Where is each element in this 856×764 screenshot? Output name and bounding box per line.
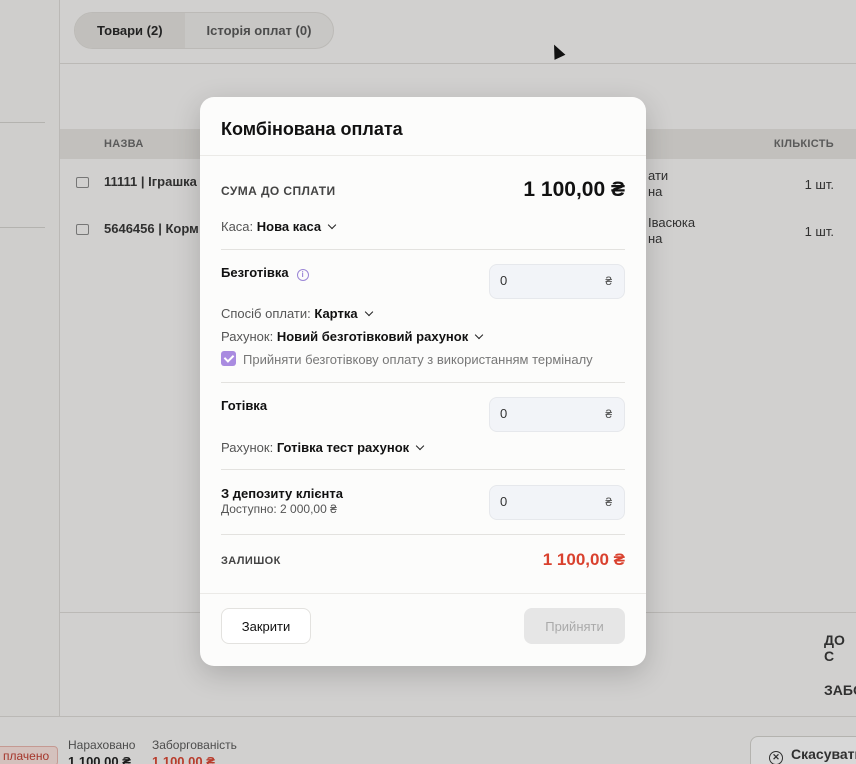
chevron-down-icon [327, 220, 337, 230]
cashless-section-title: Безготівка i [221, 265, 309, 281]
payment-method-label: Спосіб оплати: [221, 306, 311, 321]
divider [221, 534, 625, 535]
cash-account-label: Рахунок: [221, 440, 274, 455]
cash-register-select[interactable]: Каса: Нова каса [221, 219, 337, 234]
cash-account-value: Готівка тест рахунок [276, 440, 410, 455]
deposit-section-title: З депозиту клієнта [221, 486, 344, 501]
chevron-down-icon [415, 441, 425, 451]
divider [221, 469, 625, 470]
deposit-amount-input[interactable] [500, 494, 590, 509]
cash-section-title: Готівка [221, 398, 268, 413]
cash-amount-field[interactable]: ₴ [489, 397, 625, 432]
cash-account-select[interactable]: Рахунок: Готівка тест рахунок [221, 440, 425, 455]
cashless-amount-field[interactable]: ₴ [489, 264, 625, 299]
close-button[interactable]: Закрити [221, 608, 311, 644]
deposit-available: Доступно: 2 000,00 ₴ [221, 502, 337, 516]
terminal-checkbox-label[interactable]: Прийняти безготівкову оплату з використа… [243, 352, 593, 367]
currency-symbol: ₴ [605, 407, 612, 421]
divider [200, 593, 646, 594]
dialog-title: Комбінована оплата [221, 119, 403, 139]
divider [200, 155, 646, 156]
divider [221, 249, 625, 250]
cash-register-value: Нова каса [256, 219, 322, 234]
payment-method-value: Картка [314, 306, 358, 321]
chevron-down-icon [474, 330, 484, 340]
cash-register-label: Каса: [221, 219, 254, 234]
cashless-amount-input[interactable] [500, 273, 590, 288]
currency-symbol: ₴ [605, 274, 612, 288]
cashless-account-label: Рахунок: [221, 329, 274, 344]
deposit-amount-field[interactable]: ₴ [489, 485, 625, 520]
cashless-account-value: Новий безготівковий рахунок [276, 329, 469, 344]
remainder-label: ЗАЛИШОК [221, 555, 281, 567]
combined-payment-dialog: Комбінована оплата СУМА ДО СПЛАТИ 1 100,… [200, 97, 646, 666]
currency-symbol: ₴ [605, 495, 612, 509]
accept-button[interactable]: Прийняти [524, 608, 625, 644]
info-icon[interactable]: i [296, 269, 309, 281]
sum-value: 1 100,00 ₴ [523, 178, 625, 201]
chevron-down-icon [364, 307, 373, 317]
payment-method-select[interactable]: Спосіб оплати: Картка [221, 306, 373, 321]
sum-label: СУМА ДО СПЛАТИ [221, 184, 336, 198]
cashless-account-select[interactable]: Рахунок: Новий безготівковий рахунок [221, 329, 484, 344]
cash-amount-input[interactable] [500, 406, 590, 421]
remainder-value: 1 100,00 ₴ [542, 550, 625, 569]
terminal-checkbox[interactable] [221, 351, 236, 366]
divider [221, 382, 625, 383]
